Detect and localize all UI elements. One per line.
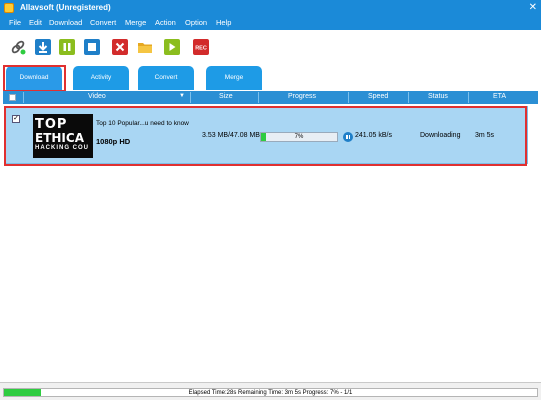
link-icon[interactable] (10, 39, 26, 55)
column-header-eta[interactable]: ETA (493, 93, 506, 100)
title-bar: Allavsoft (Unregistered) ✕ (0, 0, 541, 16)
overall-progress-bar: Elapsed Time:28s Remaining Time: 3m 5s P… (3, 388, 538, 397)
close-icon[interactable]: ✕ (529, 2, 537, 13)
column-separator (408, 92, 409, 103)
download-arrow-icon[interactable] (35, 39, 51, 55)
menu-edit[interactable]: Edit (29, 18, 42, 27)
menu-convert[interactable]: Convert (90, 18, 116, 27)
tab-activity[interactable]: Activity (73, 66, 129, 90)
menu-download[interactable]: Download (49, 18, 82, 27)
table-header: Video ▼ Size Progress Speed Status ETA (3, 91, 538, 104)
record-icon[interactable]: REC (193, 39, 209, 55)
column-header-video[interactable]: Video (88, 93, 106, 100)
tab-merge[interactable]: Merge (206, 66, 262, 90)
tab-download-highlight (3, 65, 66, 92)
menu-file[interactable]: File (9, 18, 21, 27)
toolbar: REC (0, 30, 541, 64)
menu-action[interactable]: Action (155, 18, 176, 27)
play-icon[interactable] (164, 39, 180, 55)
column-header-status[interactable]: Status (428, 93, 448, 100)
sort-arrow-icon: ▼ (179, 93, 185, 99)
column-header-size[interactable]: Size (219, 93, 233, 100)
menu-help[interactable]: Help (216, 18, 231, 27)
stop-icon[interactable] (84, 39, 100, 55)
tab-strip: Download Activity Convert Merge (0, 64, 541, 92)
pause-icon[interactable] (59, 39, 75, 55)
record-label: REC (195, 46, 207, 52)
delete-x-icon[interactable] (112, 39, 128, 55)
window-title: Allavsoft (Unregistered) (20, 3, 111, 12)
select-all-checkbox[interactable] (9, 94, 16, 101)
column-separator (23, 92, 24, 103)
column-separator (190, 92, 191, 103)
folder-icon[interactable] (137, 39, 153, 55)
column-header-speed[interactable]: Speed (368, 93, 388, 100)
column-separator (258, 92, 259, 103)
column-header-progress[interactable]: Progress (288, 93, 316, 100)
row-highlight (4, 106, 527, 166)
tab-convert[interactable]: Convert (138, 66, 194, 90)
column-separator (468, 92, 469, 103)
menu-bar: File Edit Download Convert Merge Action … (0, 16, 541, 30)
status-bar: Elapsed Time:28s Remaining Time: 3m 5s P… (0, 382, 541, 400)
column-separator (348, 92, 349, 103)
menu-option[interactable]: Option (185, 18, 207, 27)
menu-merge[interactable]: Merge (125, 18, 146, 27)
app-logo-icon (4, 3, 14, 13)
status-text: Elapsed Time:28s Remaining Time: 3m 5s P… (188, 390, 353, 396)
